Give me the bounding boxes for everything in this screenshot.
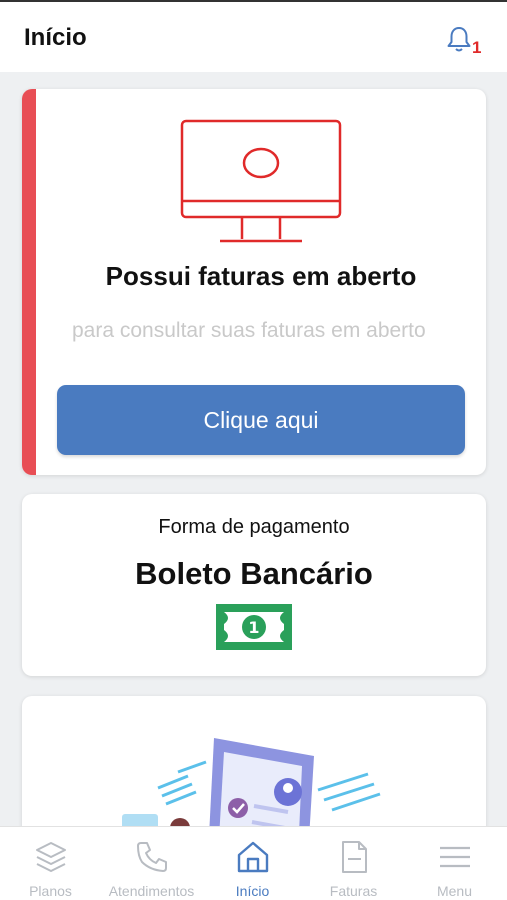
home-icon — [237, 841, 269, 873]
nav-item-inicio[interactable]: Início — [202, 827, 303, 900]
notification-badge: 1 — [472, 38, 482, 57]
monitor-icon — [180, 119, 342, 243]
payment-method-card: Forma de pagamento Boleto Bancário 1 — [22, 494, 486, 676]
nav-item-atendimentos[interactable]: Atendimentos — [101, 827, 202, 900]
nav-label-atendimentos: Atendimentos — [108, 883, 195, 899]
money-bill-icon: 1 — [216, 604, 292, 650]
click-here-button[interactable]: Clique aqui — [57, 385, 465, 455]
nav-label-faturas: Faturas — [329, 883, 378, 899]
invoice-subtitle: para consultar suas faturas em aberto — [72, 319, 426, 342]
bell-icon[interactable] — [444, 24, 474, 54]
nav-item-faturas[interactable]: Faturas — [303, 827, 404, 900]
hamburger-icon — [440, 846, 470, 868]
nav-item-planos[interactable]: Planos — [0, 827, 101, 900]
nav-item-menu[interactable]: Menu — [404, 827, 505, 900]
layers-icon — [36, 842, 66, 872]
page-title: Início — [24, 24, 87, 51]
top-app-bar: Início 1 — [0, 0, 507, 72]
invoice-icon — [342, 841, 367, 873]
svg-text:1: 1 — [248, 618, 259, 637]
nav-label-inicio: Início — [235, 883, 270, 899]
nav-label-planos: Planos — [29, 883, 72, 899]
bottom-navigation: Planos Atendimentos Início Faturas Menu — [0, 826, 507, 900]
phone-icon — [137, 842, 167, 872]
alert-accent-bar — [22, 89, 36, 475]
payment-method-value: Boleto Bancário — [135, 556, 373, 591]
payment-method-label: Forma de pagamento — [158, 516, 350, 538]
invoice-headline: Possui faturas em aberto — [105, 261, 417, 291]
open-invoices-card: Possui faturas em aberto para consultar … — [22, 89, 486, 475]
nav-label-menu: Menu — [436, 883, 473, 899]
